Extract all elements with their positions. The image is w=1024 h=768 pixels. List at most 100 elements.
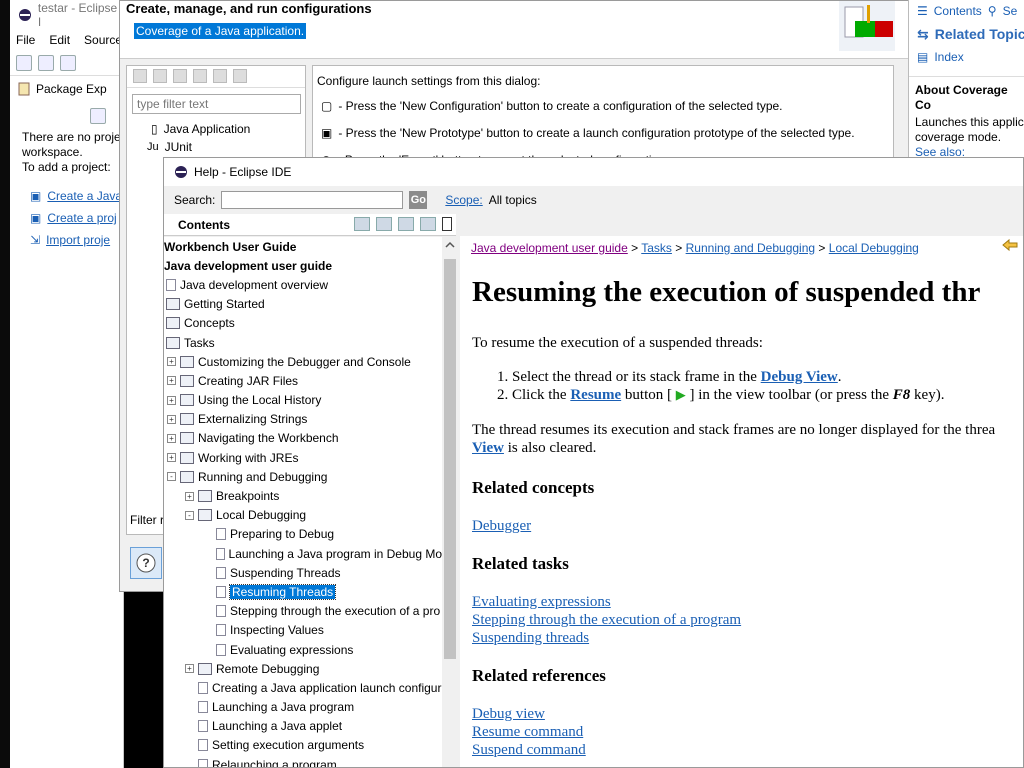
link-with-contents-icon[interactable] bbox=[420, 217, 436, 231]
help-view-nav: ☰ Contents ⚲ Se ⇆ Related Topics ▤ Index bbox=[909, 0, 1024, 68]
toc-item[interactable]: Inspecting Values bbox=[164, 621, 442, 640]
toc-item[interactable]: Evaluating expressions bbox=[164, 640, 442, 659]
book-icon bbox=[166, 317, 180, 330]
toc-item[interactable]: - Local Debugging bbox=[164, 506, 442, 525]
help-contents-link[interactable]: ☰ Contents ⚲ Se bbox=[909, 0, 1024, 22]
toc-item[interactable]: Suspending Threads bbox=[164, 563, 442, 582]
scope-link[interactable]: Scope: bbox=[445, 193, 482, 207]
suspend-command-link[interactable]: Suspend command bbox=[472, 742, 586, 758]
breadcrumb-running-debugging[interactable]: Running and Debugging bbox=[686, 241, 815, 255]
suspending-threads-link[interactable]: Suspending threads bbox=[472, 630, 589, 646]
resume-link[interactable]: Resume bbox=[570, 387, 621, 403]
evaluating-expressions-link[interactable]: Evaluating expressions bbox=[472, 594, 611, 610]
tree-item-java-application[interactable]: ▯ Java Application bbox=[127, 120, 305, 138]
breadcrumb-tasks[interactable]: Tasks bbox=[641, 241, 672, 255]
tasks-list: Evaluating expressions Stepping through … bbox=[472, 593, 1023, 647]
breadcrumb-guide[interactable]: Java development user guide bbox=[471, 241, 628, 255]
expand-icon[interactable]: + bbox=[167, 414, 176, 424]
package-explorer-tab[interactable]: Package Exp bbox=[0, 76, 123, 102]
debug-view-ref-link[interactable]: Debug view bbox=[472, 706, 545, 722]
expand-icon[interactable]: + bbox=[167, 395, 176, 405]
toc-item[interactable]: Workbench User Guide bbox=[164, 237, 442, 256]
toc-item[interactable]: + Creating JAR Files bbox=[164, 371, 442, 390]
toc-item[interactable]: Java development overview bbox=[164, 275, 442, 294]
go-button[interactable]: Go bbox=[409, 191, 428, 209]
contents-scrollbar[interactable] bbox=[442, 237, 458, 767]
expand-icon[interactable]: + bbox=[167, 357, 176, 367]
background-terminal-strip bbox=[0, 0, 10, 768]
toc-item[interactable]: + Using the Local History bbox=[164, 391, 442, 410]
toc-item[interactable]: Tasks bbox=[164, 333, 442, 352]
toc-item[interactable]: Stepping through the execution of a pro bbox=[164, 602, 442, 621]
filter-status-label: Filter r bbox=[130, 513, 164, 527]
resume-command-link[interactable]: Resume command bbox=[472, 724, 583, 740]
toc-item[interactable]: + Customizing the Debugger and Console bbox=[164, 352, 442, 371]
expand-icon[interactable]: + bbox=[167, 453, 176, 463]
eclipse-window-title: testar - Eclipse I bbox=[37, 1, 118, 29]
toc-item[interactable]: Setting execution arguments bbox=[164, 736, 442, 755]
new-icon[interactable] bbox=[16, 54, 32, 71]
toc-item[interactable]: + Remote Debugging bbox=[164, 659, 442, 678]
expand-icon[interactable]: + bbox=[185, 664, 194, 674]
toc-item[interactable]: + Externalizing Strings bbox=[164, 410, 442, 429]
book-icon bbox=[198, 662, 212, 675]
java-app-icon: ▯ bbox=[151, 122, 158, 136]
delete-icon[interactable] bbox=[213, 69, 227, 83]
expand-icon[interactable]: + bbox=[167, 376, 176, 386]
toc-item[interactable]: Java development user guide bbox=[164, 256, 442, 275]
debug-view-link[interactable]: Debug View bbox=[761, 369, 838, 385]
toc-item[interactable]: + Breakpoints bbox=[164, 486, 442, 505]
expand-icon[interactable]: + bbox=[185, 491, 194, 501]
toc-item[interactable]: Getting Started bbox=[164, 295, 442, 314]
print-icon[interactable] bbox=[354, 217, 370, 231]
new-prototype-icon[interactable] bbox=[153, 69, 167, 83]
toc-item[interactable]: Launching a Java applet bbox=[164, 717, 442, 736]
create-java-project-link[interactable]: ▣ Create a Java bbox=[30, 185, 123, 207]
tree-item-junit[interactable]: Ju JUnit bbox=[127, 138, 305, 156]
highlight-icon[interactable] bbox=[376, 217, 392, 231]
toc-item[interactable]: Launching a Java program bbox=[164, 698, 442, 717]
save-icon[interactable] bbox=[38, 54, 54, 71]
help-search-input[interactable] bbox=[221, 191, 404, 209]
maximize-icon[interactable] bbox=[442, 217, 452, 231]
index-link[interactable]: ▤ Index bbox=[909, 46, 1024, 68]
toc-item[interactable]: Creating a Java application launch confi… bbox=[164, 678, 442, 697]
menu-edit[interactable]: Edit bbox=[49, 33, 70, 47]
toc-item[interactable]: + Navigating the Workbench bbox=[164, 429, 442, 448]
svg-text:?: ? bbox=[142, 556, 149, 570]
menu-file[interactable]: File bbox=[16, 33, 35, 47]
launch-filter-input[interactable]: type filter text bbox=[132, 94, 301, 114]
collapse-icon[interactable]: - bbox=[185, 510, 194, 520]
collapse-icon[interactable] bbox=[233, 69, 247, 83]
expand-icon[interactable]: + bbox=[167, 433, 176, 443]
book-icon bbox=[180, 432, 194, 445]
save-all-icon[interactable] bbox=[60, 54, 76, 71]
create-project-link[interactable]: ▣ Create a proj bbox=[30, 207, 123, 229]
menu-source[interactable]: Source bbox=[84, 33, 122, 47]
toc-item[interactable]: Preparing to Debug bbox=[164, 525, 442, 544]
help-titlebar[interactable]: Help - Eclipse IDE bbox=[164, 158, 1023, 186]
breadcrumb-local-debugging[interactable]: Local Debugging bbox=[829, 241, 919, 255]
toc-item[interactable]: Launching a Java program in Debug Mo bbox=[164, 544, 442, 563]
help-button[interactable]: ? bbox=[130, 547, 162, 579]
toc-item[interactable]: Concepts bbox=[164, 314, 442, 333]
collapse-all-icon[interactable] bbox=[90, 108, 106, 124]
scroll-up-icon[interactable] bbox=[442, 237, 458, 253]
related-topics-link[interactable]: ⇆ Related Topics bbox=[909, 22, 1024, 46]
duplicate-icon[interactable] bbox=[193, 69, 207, 83]
debugger-link[interactable]: Debugger bbox=[472, 518, 531, 534]
toc-item[interactable]: - Running and Debugging bbox=[164, 467, 442, 486]
eclipse-titlebar[interactable]: testar - Eclipse I bbox=[0, 0, 123, 30]
export-icon[interactable] bbox=[173, 69, 187, 83]
stepping-link[interactable]: Stepping through the execution of a prog… bbox=[472, 612, 741, 628]
view-link[interactable]: View bbox=[472, 440, 504, 456]
collapse-all-icon[interactable] bbox=[398, 217, 414, 231]
toc-item[interactable]: Resuming Threads bbox=[164, 582, 442, 601]
import-project-link[interactable]: ⇲ Import proje bbox=[30, 229, 123, 251]
new-config-icon[interactable] bbox=[133, 69, 147, 83]
toc-item[interactable]: Relaunching a program bbox=[164, 755, 442, 767]
toc-item[interactable]: + Working with JREs bbox=[164, 448, 442, 467]
scrollbar-thumb[interactable] bbox=[444, 259, 456, 659]
back-icon[interactable] bbox=[1001, 238, 1019, 252]
collapse-icon[interactable]: - bbox=[167, 472, 176, 482]
